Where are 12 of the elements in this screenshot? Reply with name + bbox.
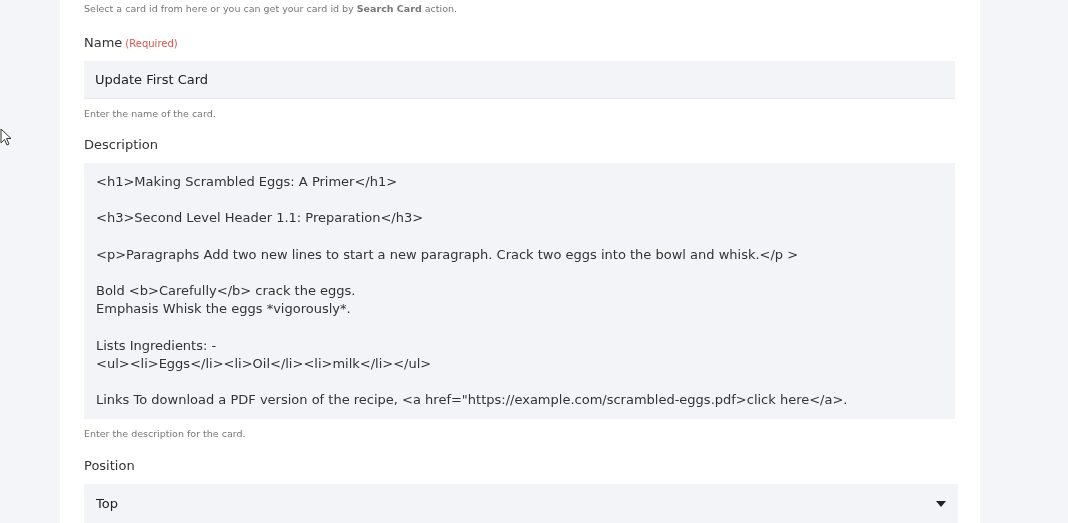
mouse-cursor-icon <box>0 128 12 146</box>
required-marker: (Required) <box>125 37 178 51</box>
field-label: Position <box>84 457 135 475</box>
field-label: Description <box>84 136 159 155</box>
intro-hint: Select a card id from here or you can get your card id by Search Card action. <box>84 2 458 15</box>
caret-icon <box>936 500 946 507</box>
field-hint: Enter the description for the card. <box>84 426 247 441</box>
field-label: Name <box>84 34 123 52</box>
name-input-field[interactable]: Update First Card <box>84 60 955 99</box>
position-dropdown[interactable]: Top <box>84 483 958 523</box>
field-hint: Enter the name of the card. <box>84 107 217 121</box>
description-text-area[interactable]: <h1>Making Scrambled Eggs: A Primer</h1> <h3>Second Level Header 1.1: Preparation</h3> <p>Paragraphs Add two new lines to start a new paragraph. Crack two eggs into the bowl and whisk.</p > Bold <b>Carefully</b> crack the eggs. Emphasis Whisk the eggs *vigorously*. Lists Ingredients: - <ul><li>Eggs</li><li>Oil</li><li>milk</li></ul> Links To download a PDF version of the recipe, <a href="https://example.com/scrambled-eggs.pdf>click here</a>. <box>84 162 955 419</box>
